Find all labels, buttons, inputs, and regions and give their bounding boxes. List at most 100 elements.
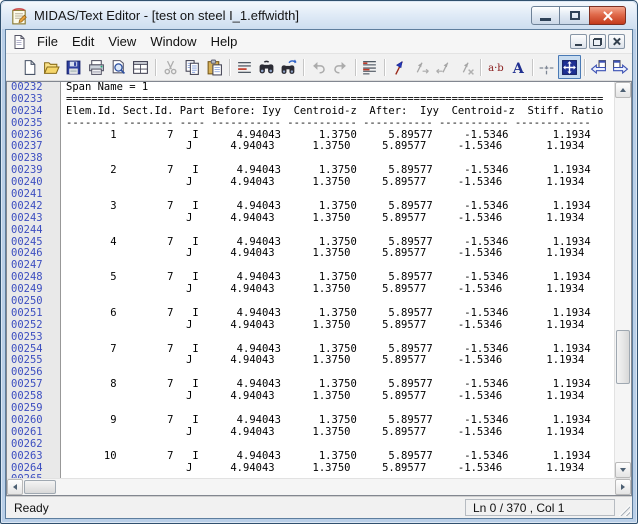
find-next-button[interactable] (278, 55, 300, 79)
svg-text:A: A (512, 60, 525, 75)
minimize-icon (540, 18, 551, 21)
arrow-right-icon (621, 484, 625, 490)
menu-help[interactable]: Help (204, 32, 245, 51)
fit-window-button[interactable] (558, 55, 580, 79)
print-icon (88, 59, 105, 76)
bookmark-list-icon (361, 59, 378, 76)
maximize-icon (570, 11, 580, 20)
line-number: 00261 (11, 427, 60, 439)
editor-line[interactable]: J 4.94043 1.3750 5.89577 -1.5346 1.1934 (66, 391, 614, 403)
editor-line[interactable]: J 4.94043 1.3750 5.89577 -1.5346 1.1934 (66, 427, 614, 439)
editor-line[interactable]: ========================================… (66, 94, 614, 106)
font-button[interactable]: A (507, 55, 529, 79)
next-bookmark-button[interactable] (410, 55, 432, 79)
editor-line[interactable]: J 4.94043 1.3750 5.89577 -1.5346 1.1934 (66, 463, 614, 475)
print-button[interactable] (85, 55, 107, 79)
editor-line[interactable]: 3 7 I 4.94043 1.3750 5.89577 -1.5346 1.1… (66, 201, 614, 213)
paste-button[interactable] (204, 55, 226, 79)
redo-button[interactable] (329, 55, 351, 79)
minimize-button[interactable] (531, 6, 560, 25)
horizontal-scrollbar[interactable] (7, 478, 631, 495)
goto-line-button[interactable] (233, 55, 255, 79)
save-button[interactable] (63, 55, 85, 79)
crosshair-button[interactable] (536, 55, 558, 79)
menu-window[interactable]: Window (143, 32, 203, 51)
editor-line[interactable]: 10 7 I 4.94043 1.3750 5.89577 -1.5346 1.… (66, 451, 614, 463)
editor-line[interactable]: J 4.94043 1.3750 5.89577 -1.5346 1.1934 (66, 248, 614, 260)
toggle-bookmark-icon (391, 59, 408, 76)
resize-grip[interactable] (618, 504, 630, 516)
menu-bar-items: FileEditViewWindowHelp (30, 32, 244, 51)
editor-line[interactable]: J 4.94043 1.3750 5.89577 -1.5346 1.1934 (66, 141, 614, 153)
new-file-icon (21, 59, 38, 76)
vertical-scroll-thumb[interactable] (616, 330, 630, 384)
editor-line[interactable] (66, 332, 614, 344)
toggle-bookmark-button[interactable] (388, 55, 410, 79)
open-file-icon (43, 59, 60, 76)
crosshair-icon (538, 59, 555, 76)
horizontal-scroll-track[interactable] (23, 479, 615, 495)
menu-view[interactable]: View (101, 32, 143, 51)
editor-line[interactable]: J 4.94043 1.3750 5.89577 -1.5346 1.1934 (66, 177, 614, 189)
line-number: 00263 (11, 451, 60, 463)
mdi-close-button[interactable] (608, 34, 625, 49)
maximize-button[interactable] (560, 6, 589, 25)
document-icon[interactable] (11, 34, 27, 50)
cut-button[interactable] (159, 55, 181, 79)
window-body: FileEditViewWindowHelp a·bA 002320023300… (5, 29, 633, 519)
text-area[interactable]: Span Name = 1===========================… (61, 82, 614, 478)
arrow-down-icon (620, 468, 626, 472)
print-setup-icon (132, 59, 149, 76)
editor-line[interactable]: J 4.94043 1.3750 5.89577 -1.5346 1.1934 (66, 284, 614, 296)
scroll-right-button[interactable] (615, 479, 631, 495)
line-number: 00244 (11, 225, 60, 237)
menu-file[interactable]: File (30, 32, 65, 51)
find-button[interactable] (255, 55, 277, 79)
prev-window-button[interactable] (587, 55, 609, 79)
open-file-button[interactable] (40, 55, 62, 79)
horizontal-scroll-thumb[interactable] (24, 480, 56, 494)
undo-button[interactable] (307, 55, 329, 79)
scroll-left-button[interactable] (7, 479, 23, 495)
close-icon (602, 10, 614, 22)
close-button[interactable] (589, 6, 626, 25)
print-preview-button[interactable] (107, 55, 129, 79)
editor-line[interactable]: J 4.94043 1.3750 5.89577 -1.5346 1.1934 (66, 355, 614, 367)
save-icon (65, 59, 82, 76)
cut-icon (162, 59, 179, 76)
toolbar-separator (584, 59, 585, 76)
editor-line[interactable]: J 4.94043 1.3750 5.89577 -1.5346 1.1934 (66, 213, 614, 225)
editor-line[interactable]: J 4.94043 1.3750 5.89577 -1.5346 1.1934 (66, 320, 614, 332)
toolbar-separator (155, 59, 156, 76)
scroll-up-button[interactable] (615, 82, 631, 98)
editor-line[interactable]: Elem.Id. Sect.Id. Part Before: Iyy Centr… (66, 106, 614, 118)
line-number: 00233 (11, 94, 60, 106)
mdi-minimize-button[interactable] (570, 34, 587, 49)
prev-bookmark-button[interactable] (433, 55, 455, 79)
bookmark-list-button[interactable] (359, 55, 381, 79)
next-window-button[interactable] (610, 55, 632, 79)
mdi-restore-icon (593, 38, 602, 46)
new-file-button[interactable] (18, 55, 40, 79)
clear-bookmarks-button[interactable] (455, 55, 477, 79)
mdi-restore-button[interactable] (589, 34, 606, 49)
mdi-controls (570, 34, 627, 49)
app-icon (10, 7, 28, 25)
copy-button[interactable] (181, 55, 203, 79)
fit-window-icon (561, 59, 578, 76)
editor-line[interactable] (66, 439, 614, 451)
scroll-down-button[interactable] (615, 462, 631, 478)
line-number: 00235 (11, 118, 60, 130)
editor-line[interactable] (66, 225, 614, 237)
ab-text-button[interactable]: a·b (484, 55, 506, 79)
line-number: 00253 (11, 332, 60, 344)
menu-edit[interactable]: Edit (65, 32, 101, 51)
window-title: MIDAS/Text Editor - [test on steel I_1.e… (34, 8, 299, 23)
editor-line[interactable]: -------- -------- ---- ----------- -----… (66, 118, 614, 130)
vertical-scrollbar[interactable] (614, 82, 631, 478)
vertical-scroll-track[interactable] (615, 98, 631, 462)
mdi-minimize-icon (575, 44, 582, 46)
svg-text:a·b: a·b (488, 63, 504, 74)
arrow-left-icon (13, 484, 17, 490)
print-setup-button[interactable] (130, 55, 152, 79)
